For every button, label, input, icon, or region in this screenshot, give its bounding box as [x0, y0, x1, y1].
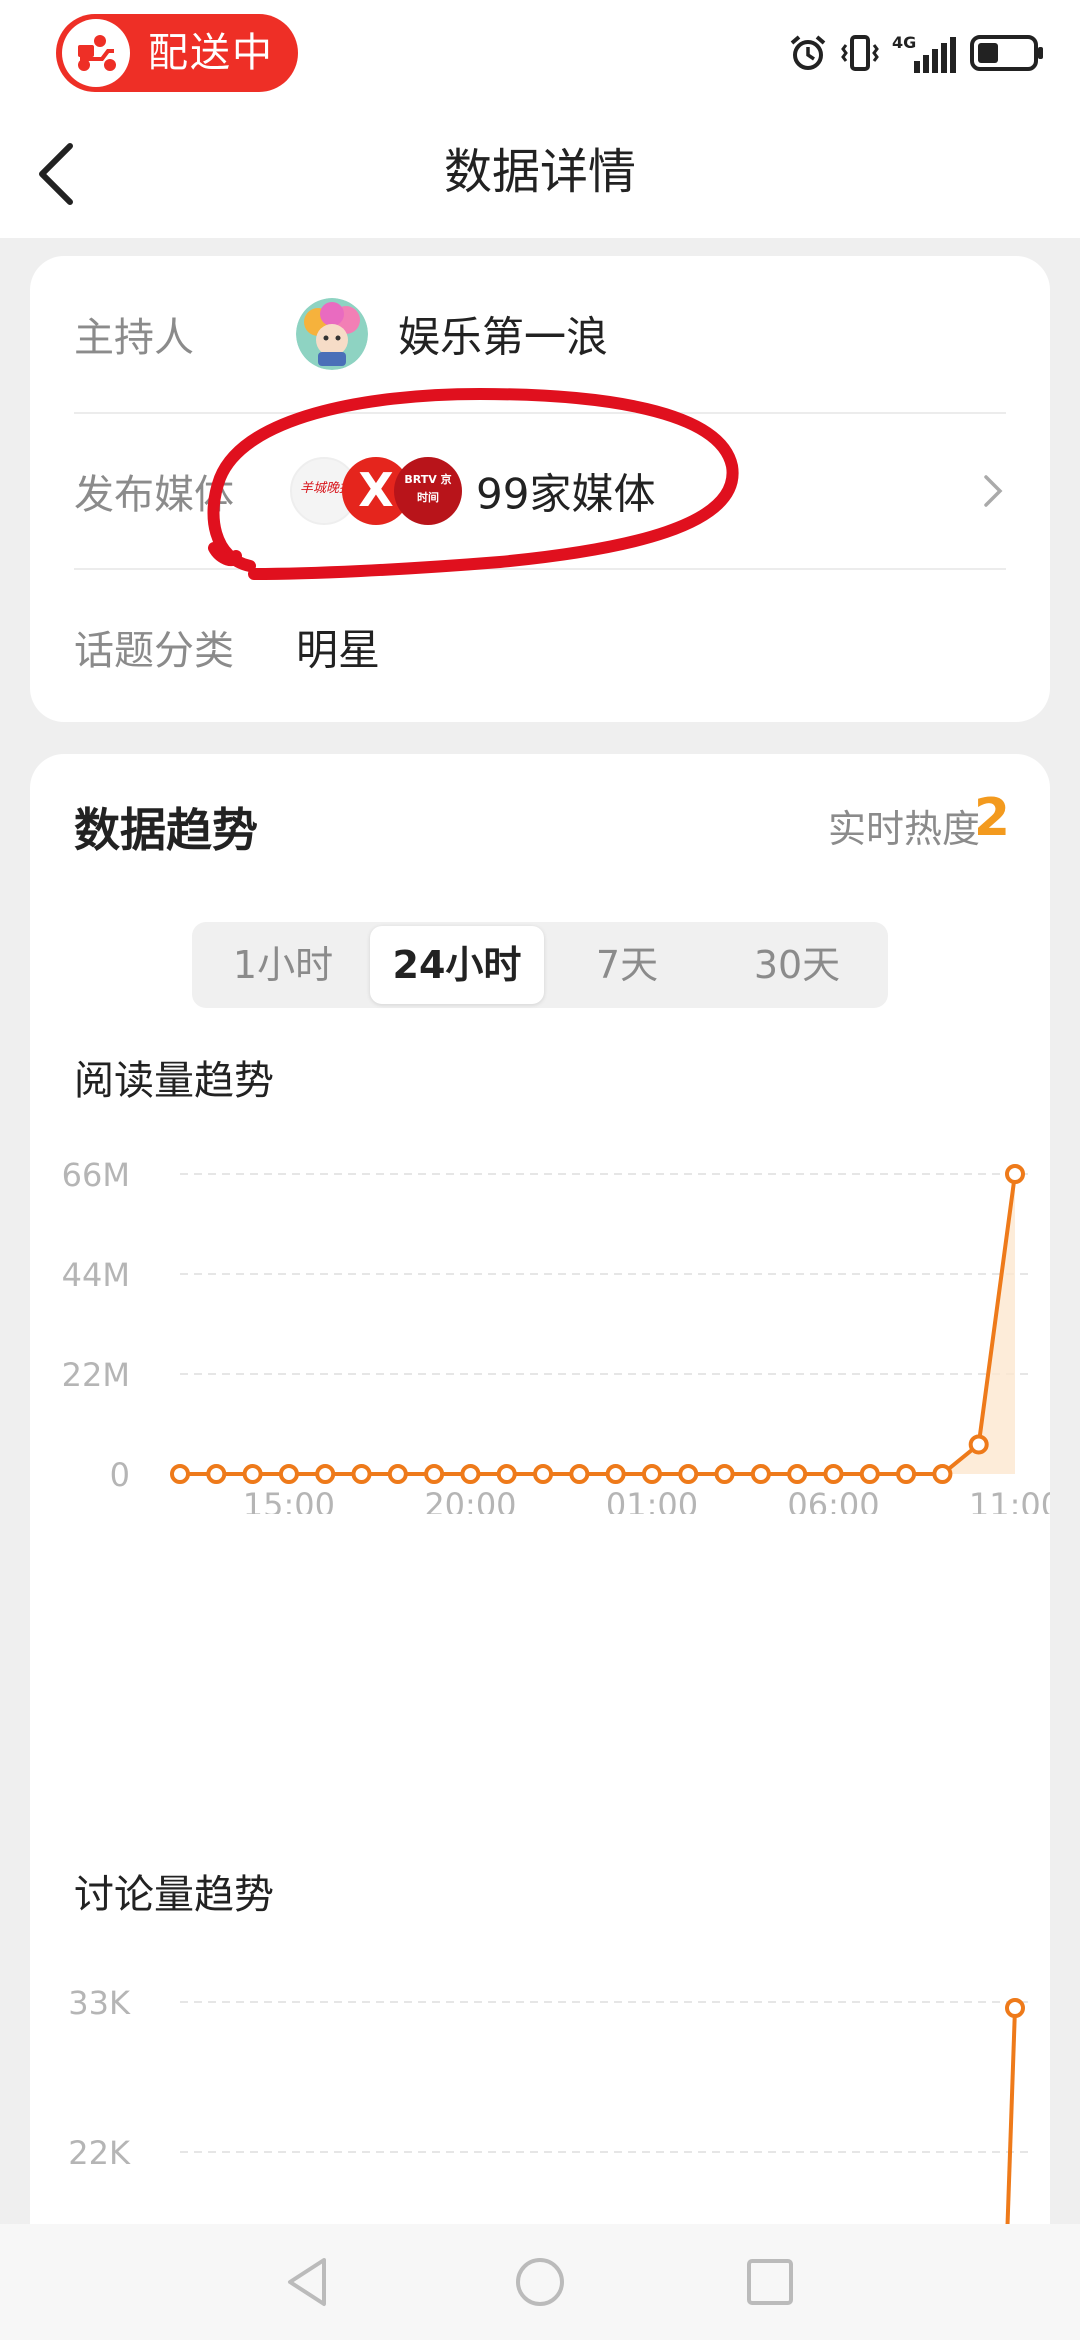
topic-info-card: 主持人 娱乐第一浪 发布媒体 羊城晚报 X BRTV 京时间 99家媒体 话题分…: [30, 256, 1050, 722]
x-tick-label: 06:00: [787, 1486, 879, 1514]
y-tick-label: 44M: [62, 1256, 130, 1294]
delivery-rider-icon: [62, 19, 130, 87]
read-trend-chart: 0 22M 44M 66M 15:00 20:00 01:00 06:00 11:00: [62, 1156, 1050, 1514]
host-avatar[interactable]: [296, 298, 368, 370]
tab-24-hours[interactable]: 24小时: [370, 926, 544, 1004]
time-range-tabs: 1小时 24小时 7天 30天: [192, 922, 888, 1008]
media-logo-brtv: BRTV 京时间: [394, 457, 462, 525]
trend-title: 数据趋势: [74, 803, 258, 857]
data-point: [896, 1464, 917, 1484]
x-tick-label: 20:00: [424, 1486, 516, 1514]
host-row[interactable]: 主持人 娱乐第一浪: [74, 256, 1006, 412]
data-point: [750, 1464, 771, 1484]
nav-bar: 数据详情: [0, 110, 1080, 238]
y-tick-label: 22M: [62, 1356, 130, 1394]
delivery-status-pill[interactable]: 配送中: [56, 14, 298, 92]
data-point: [605, 1464, 626, 1484]
recents-nav-icon[interactable]: [740, 2252, 800, 2312]
data-point: [387, 1464, 408, 1484]
data-point: [968, 1434, 989, 1455]
data-point: [424, 1464, 445, 1484]
network-type: 4G: [892, 33, 917, 52]
y-tick-label: 33K: [68, 1984, 131, 2022]
x-tick-label: 11:00: [969, 1486, 1050, 1514]
data-point: [460, 1464, 481, 1484]
y-tick-label: 66M: [62, 1156, 130, 1194]
realtime-heat-value: 2: [973, 788, 1010, 848]
tab-7-days[interactable]: 7天: [540, 926, 714, 1004]
host-name[interactable]: 娱乐第一浪: [398, 304, 608, 365]
chevron-right-icon[interactable]: [982, 471, 1006, 511]
discussion-trend-chart: 22K 33K: [68, 1984, 1030, 2240]
data-point: [242, 1464, 263, 1484]
category-label: 话题分类: [74, 628, 234, 674]
data-point: [678, 1464, 699, 1484]
home-nav-icon[interactable]: [510, 2252, 570, 2312]
media-row[interactable]: 发布媒体 羊城晚报 X BRTV 京时间 99家媒体: [74, 413, 1006, 569]
host-label: 主持人: [74, 315, 194, 361]
category-value: 明星: [296, 625, 381, 675]
series-line: [1005, 2007, 1017, 2240]
y-tick-label: 0: [110, 1456, 130, 1494]
tab-1-hour[interactable]: 1小时: [196, 926, 370, 1004]
status-bar: 配送中 4G: [0, 0, 1080, 110]
data-point: [1005, 1164, 1025, 1184]
read-trend-title: 阅读量趋势: [74, 1058, 274, 1104]
area-fill: [942, 1174, 1015, 1474]
alarm-icon: [790, 35, 826, 70]
media-count[interactable]: 99家媒体: [476, 461, 655, 522]
data-point: [278, 1464, 299, 1484]
data-point: [315, 1464, 336, 1484]
data-point: [569, 1464, 590, 1484]
x-tick-label: 15:00: [243, 1486, 335, 1514]
delivery-status-label: 配送中: [148, 30, 274, 76]
system-navigation-bar: [0, 2224, 1080, 2340]
data-point: [932, 1464, 953, 1484]
back-nav-icon[interactable]: [278, 2252, 338, 2312]
category-row: 话题分类 明星: [74, 569, 1006, 725]
data-point: [641, 1464, 662, 1484]
data-point: [787, 1464, 808, 1484]
data-point: [823, 1464, 844, 1484]
data-point: [496, 1464, 517, 1484]
data-point: [351, 1464, 372, 1484]
data-point: [533, 1464, 554, 1484]
data-point: [170, 1464, 190, 1484]
system-icons: 4G: [788, 30, 1046, 76]
data-point: [206, 1464, 227, 1484]
media-logo-brtv-text: BRTV 京时间: [404, 473, 452, 504]
signal-icon: 4G: [892, 33, 958, 73]
data-point: [1005, 1998, 1025, 2018]
battery-icon: [970, 35, 1043, 71]
realtime-heat-label: 实时热度: [827, 807, 980, 851]
data-point: [714, 1464, 735, 1484]
data-trend-card: 数据趋势 实时热度 2 1小时 24小时 7天 30天 阅读量趋势 0 22M 44…: [30, 754, 1050, 2340]
y-tick-label: 22K: [68, 2134, 131, 2172]
vibrate-icon: [841, 35, 879, 71]
media-logo-stack: 羊城晚报 X BRTV 京时间: [290, 457, 464, 525]
x-tick-label: 01:00: [606, 1486, 698, 1514]
series-line: [180, 1173, 1017, 1476]
media-label: 发布媒体: [74, 472, 234, 518]
discussion-trend-title: 讨论量趋势: [74, 1872, 274, 1918]
page-title: 数据详情: [443, 144, 636, 200]
data-point: [859, 1464, 880, 1484]
tab-30-days[interactable]: 30天: [710, 926, 884, 1004]
